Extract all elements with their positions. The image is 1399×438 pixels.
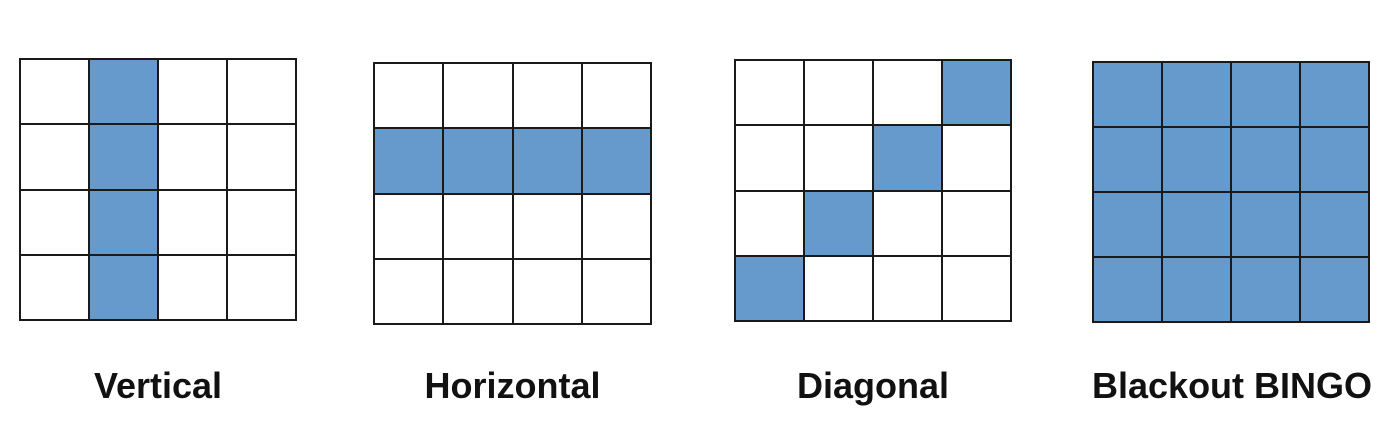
pattern-label: Blackout BINGO [1092,365,1373,406]
grid-cell-empty [582,259,652,325]
grid-cell-filled [1232,128,1301,193]
grid-cell-empty [513,259,583,325]
grid-cell-empty [736,126,805,192]
grid-cell-empty [582,194,652,260]
grid-cell-empty [513,194,583,260]
grid-cell-filled [1232,193,1301,258]
grid-cell-empty [444,194,514,260]
grid-cell-filled [1301,193,1370,258]
grid-cell-filled [1163,258,1232,323]
grid-cell-filled [1301,128,1370,193]
grid-cell-filled [805,191,874,257]
grid-cell-empty [159,125,228,191]
pattern-label: Horizontal [424,365,601,406]
grid-cell-empty [805,126,874,192]
grid-cell-empty [444,259,514,325]
grid-cell-empty [874,256,943,322]
grid-cell-empty [943,191,1012,257]
grid-cell-empty [874,191,943,257]
grid-cell-filled [736,256,805,322]
bingo-grid [373,62,652,325]
bingo-patterns-figure: { "colors": { "filled": "#6699cc", "empt… [0,0,1399,438]
grid-cell-empty [228,125,297,191]
grid-cell-empty [228,60,297,126]
grid-cell-empty [159,255,228,321]
grid-cell-empty [874,61,943,127]
grid-cell-empty [21,60,90,126]
grid-cell-empty [21,255,90,321]
grid-cell-empty [805,61,874,127]
grid-cell-empty [375,259,445,325]
grid-cell-empty [513,64,583,130]
grid-cell-filled [1094,193,1163,258]
grid-cell-empty [228,190,297,256]
grid-cell-empty [582,64,652,130]
grid-cell-filled [444,129,514,195]
grid-cell-empty [375,194,445,260]
grid-cell-empty [943,126,1012,192]
grid-cell-filled [1163,63,1232,128]
grid-cell-filled [513,129,583,195]
grid-cell-empty [228,255,297,321]
grid-cell-empty [444,64,514,130]
grid-cell-filled [1301,63,1370,128]
grid-cell-filled [1094,128,1163,193]
grid-cell-empty [375,64,445,130]
grid-cell-empty [21,190,90,256]
grid-cell-empty [736,191,805,257]
grid-cell-filled [1094,63,1163,128]
bingo-grid [1092,61,1370,323]
grid-cell-empty [943,256,1012,322]
bingo-grid [19,58,297,321]
grid-cell-filled [90,190,159,256]
grid-cell-filled [375,129,445,195]
grid-cell-filled [1232,63,1301,128]
grid-cell-empty [805,256,874,322]
grid-cell-filled [90,125,159,191]
grid-cell-filled [1232,258,1301,323]
grid-cell-filled [874,126,943,192]
bingo-grid [734,59,1012,322]
grid-cell-filled [90,255,159,321]
grid-cell-empty [159,60,228,126]
grid-cell-filled [1163,193,1232,258]
grid-cell-empty [21,125,90,191]
grid-cell-filled [1301,258,1370,323]
grid-cell-empty [159,190,228,256]
grid-cell-filled [1094,258,1163,323]
grid-cell-filled [90,60,159,126]
pattern-label: Vertical [93,365,223,406]
grid-cell-filled [1163,128,1232,193]
pattern-label: Diagonal [796,365,949,406]
grid-cell-filled [943,61,1012,127]
grid-cell-empty [736,61,805,127]
grid-cell-filled [582,129,652,195]
